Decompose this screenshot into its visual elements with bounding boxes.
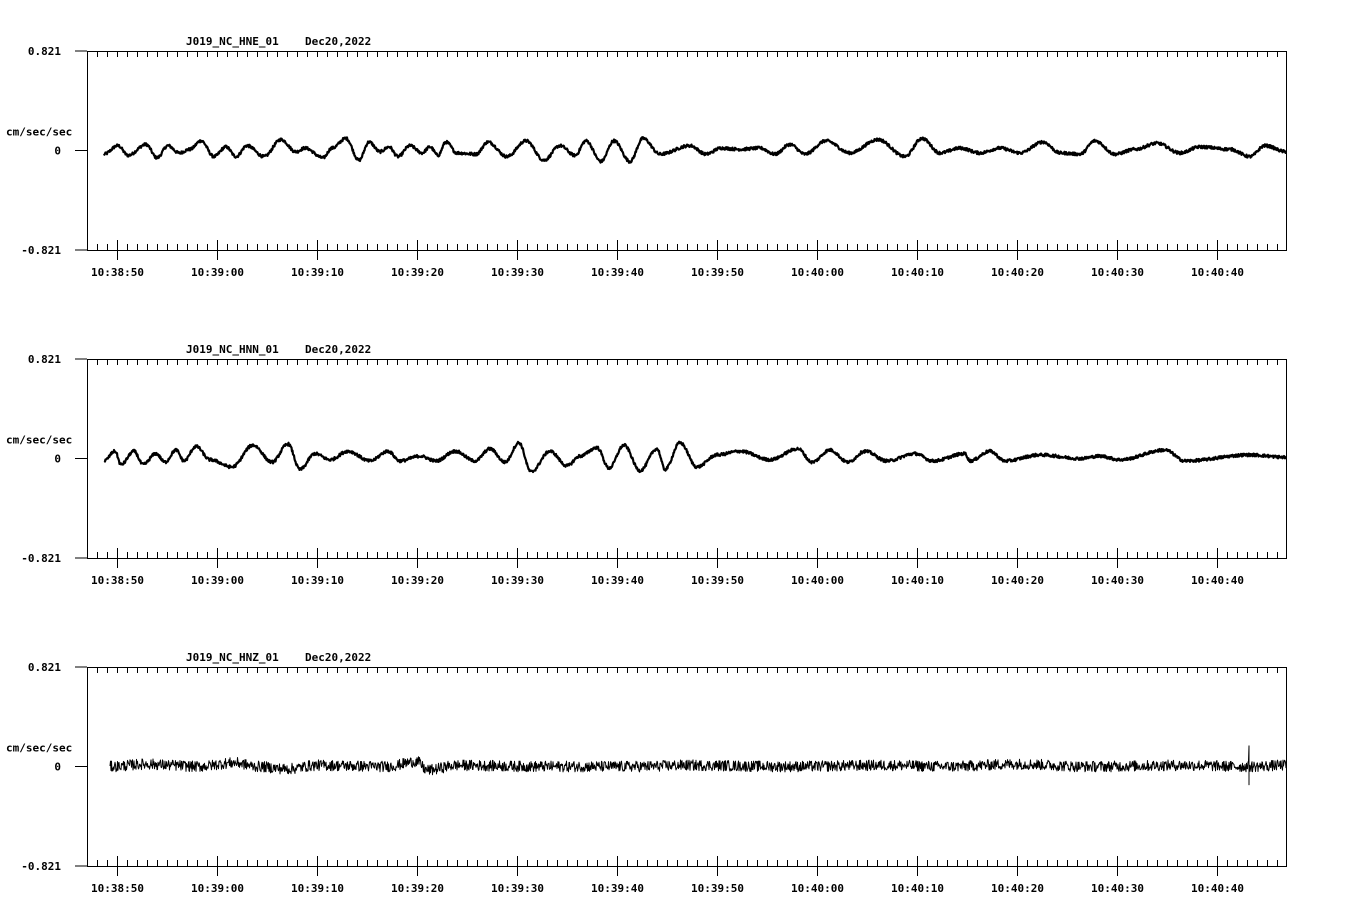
panel-j019_nc_hnz_01: J019_NC_HNZ_01 Dec20,2022 cm/sec/sec 0.821 0… [6,651,1287,895]
x-tick-label: 10:40:10 [891,266,944,279]
x-tick-label: 10:40:00 [791,574,844,587]
channel-title: J019_NC_HNE_01 [186,35,279,48]
x-tick-label: 10:39:40 [591,266,644,279]
x-tick-label: 10:40:30 [1091,882,1144,895]
x-tick-label: 10:39:50 [691,882,744,895]
x-tick-label: 10:39:20 [391,882,444,895]
x-tick-label: 10:39:20 [391,574,444,587]
y-tick-label: 0 [54,453,61,466]
y-tick-label: 0.821 [28,661,61,674]
x-tick-label: 10:40:10 [891,574,944,587]
waveform-trace [109,745,1287,786]
x-tick-label: 10:39:10 [291,882,344,895]
x-tick-label: 10:39:10 [291,266,344,279]
y-tick-label: 0.821 [28,45,61,58]
x-tick-label: 10:39:00 [191,882,244,895]
channel-title: J019_NC_HNN_01 [186,343,279,356]
x-tick-label: 10:38:50 [91,882,144,895]
x-tick-label: 10:40:20 [991,266,1044,279]
x-tick-label: 10:38:50 [91,574,144,587]
panel-j019_nc_hne_01: J019_NC_HNE_01 Dec20,2022 cm/sec/sec 0.821 0… [6,35,1287,279]
date-label: Dec20,2022 [305,343,371,356]
x-tick-label: 10:39:50 [691,574,744,587]
date-label: Dec20,2022 [305,35,371,48]
x-tick-label: 10:40:20 [991,882,1044,895]
channel-title: J019_NC_HNZ_01 [186,651,279,664]
x-tick-label: 10:39:40 [591,882,644,895]
date-label: Dec20,2022 [305,651,371,664]
x-tick-label: 10:38:50 [91,266,144,279]
panel-j019_nc_hnn_01: J019_NC_HNN_01 Dec20,2022 cm/sec/sec 0.821 0… [6,343,1287,587]
x-tick-label: 10:40:30 [1091,266,1144,279]
waveform-trace [103,136,1287,164]
x-tick-label: 10:39:00 [191,266,244,279]
waveform-trace [103,440,1287,474]
y-tick-label: 0 [54,761,61,774]
y-tick-label: -0.821 [21,552,61,565]
seismogram-figure: J019_NC_HNE_01 Dec20,2022 cm/sec/sec 0.821 0… [0,0,1358,924]
y-tick-label: -0.821 [21,860,61,873]
seismogram-svg: J019_NC_HNE_01 Dec20,2022 cm/sec/sec 0.821 0… [6,35,1287,895]
x-tick-label: 10:40:20 [991,574,1044,587]
x-tick-label: 10:39:50 [691,266,744,279]
x-tick-label: 10:39:00 [191,574,244,587]
x-tick-label: 10:40:40 [1191,882,1244,895]
y-axis-label: cm/sec/sec [6,742,72,755]
x-tick-label: 10:39:20 [391,266,444,279]
x-tick-label: 10:40:00 [791,882,844,895]
x-tick-label: 10:40:30 [1091,574,1144,587]
x-tick-label: 10:39:30 [491,266,544,279]
x-tick-label: 10:39:30 [491,574,544,587]
y-axis-label: cm/sec/sec [6,126,72,139]
y-tick-label: 0.821 [28,353,61,366]
x-tick-label: 10:40:10 [891,882,944,895]
y-tick-label: 0 [54,145,61,158]
x-tick-label: 10:40:40 [1191,574,1244,587]
x-tick-label: 10:39:40 [591,574,644,587]
x-tick-label: 10:40:00 [791,266,844,279]
x-tick-label: 10:39:10 [291,574,344,587]
y-tick-label: -0.821 [21,244,61,257]
x-tick-label: 10:39:30 [491,882,544,895]
x-tick-label: 10:40:40 [1191,266,1244,279]
y-axis-label: cm/sec/sec [6,434,72,447]
